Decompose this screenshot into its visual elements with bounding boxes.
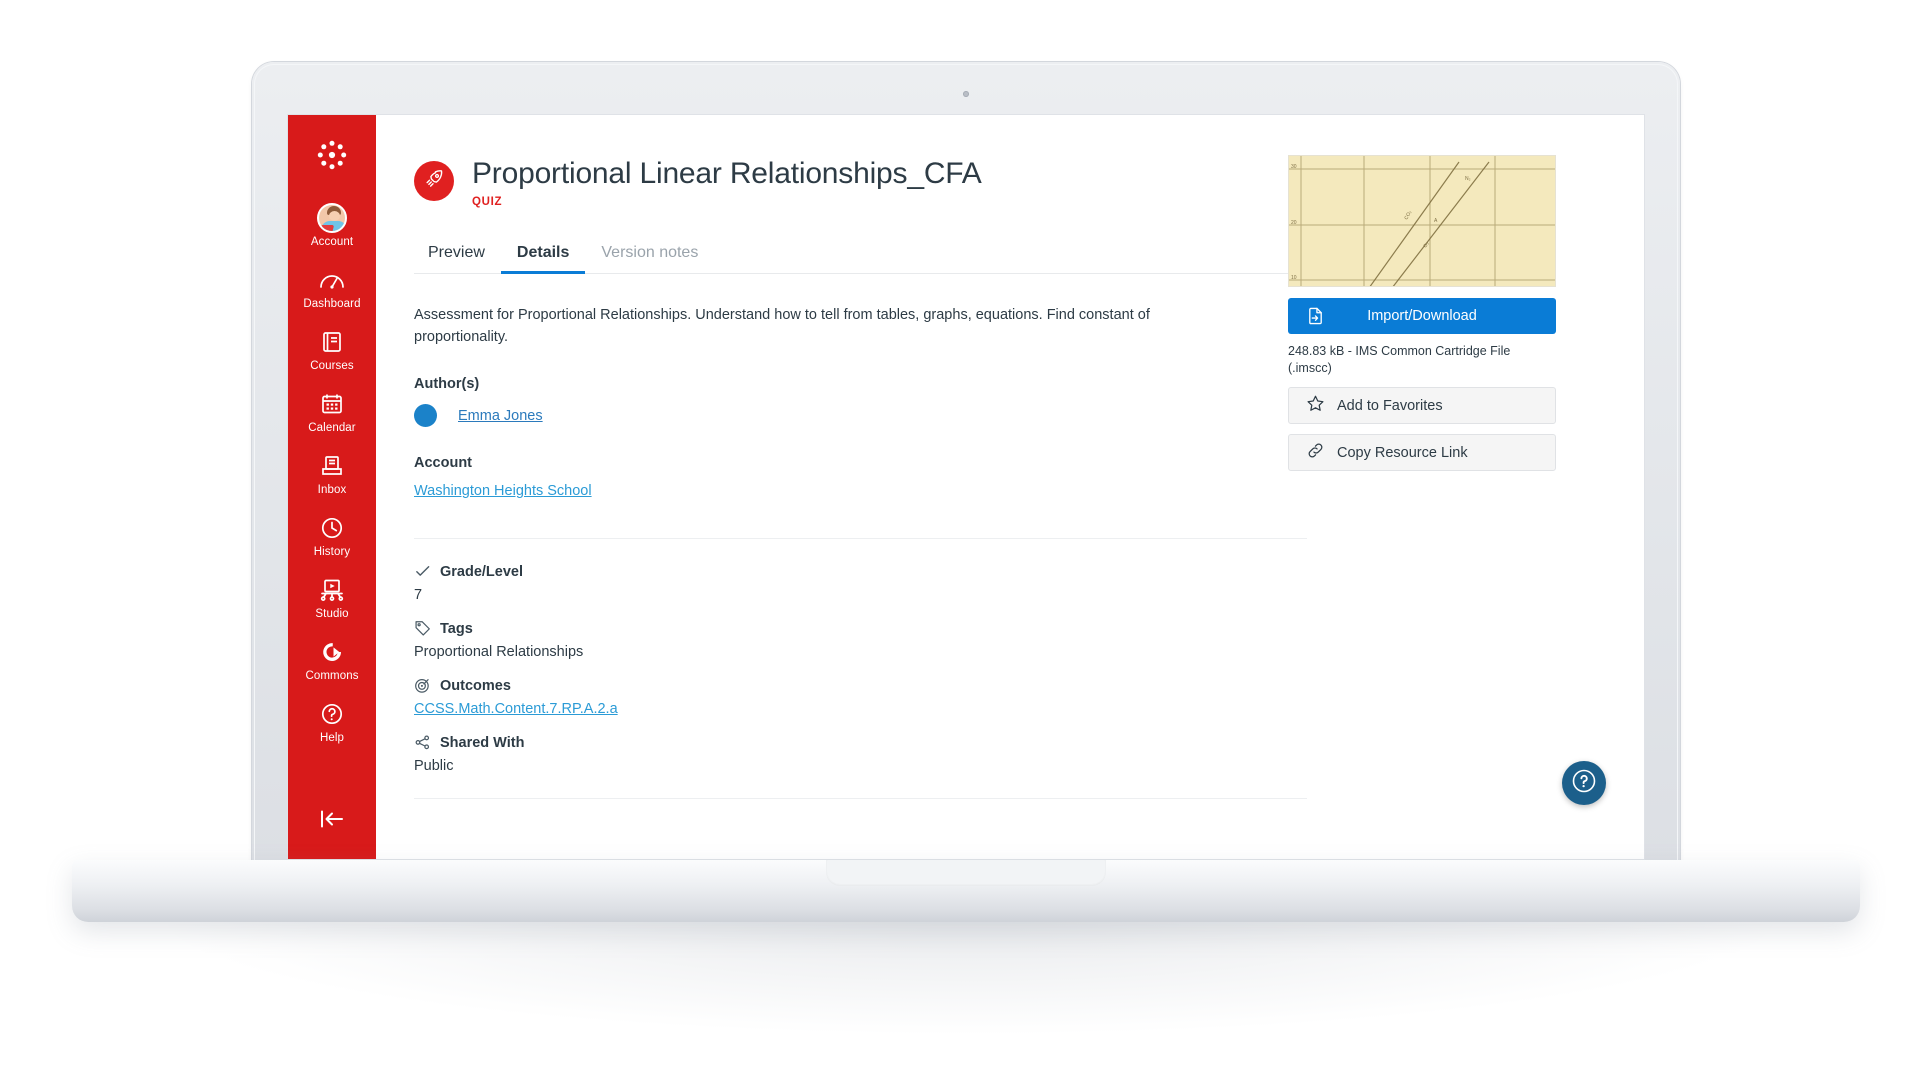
sidebar-item-calendar[interactable]: Calendar	[288, 380, 376, 442]
sidebar-item-label: Dashboard	[303, 298, 361, 310]
collapse-left-arrow-icon	[317, 808, 347, 835]
laptop-lid: Account Dashboard Courses Calendar Inbox…	[252, 62, 1680, 872]
resource-detail-page: Proportional Linear Relationships_CFA QU…	[376, 115, 1644, 859]
metadata-value-link[interactable]: CCSS.Math.Content.7.RP.A.2.a	[414, 701, 1174, 717]
author-row: Emma Jones	[414, 404, 1174, 427]
import-download-button[interactable]: Import/Download	[1288, 298, 1556, 334]
collapse-sidebar-button[interactable]	[288, 808, 376, 835]
commons-arrow-icon	[318, 637, 346, 666]
link-icon	[1306, 441, 1325, 464]
metadata-shared-with: Shared With Public	[414, 734, 1174, 775]
import-download-label: Import/Download	[1367, 308, 1477, 324]
clock-icon	[320, 513, 344, 542]
svg-text:N₂: N₂	[1465, 176, 1471, 182]
resource-description: Assessment for Proportional Relationship…	[414, 307, 1150, 345]
svg-text:10: 10	[1291, 275, 1297, 281]
user-avatar-icon	[317, 202, 347, 233]
sidebar-item-label: Inbox	[317, 484, 347, 496]
studio-screen-icon	[319, 575, 345, 604]
page-title: Proportional Linear Relationships_CFA	[472, 157, 982, 190]
sidebar-item-history[interactable]: History	[288, 504, 376, 566]
account-heading: Account	[414, 455, 472, 471]
question-circle-icon	[320, 699, 344, 728]
tab-details[interactable]: Details	[500, 238, 586, 274]
tab-bar: Preview Details Version notes	[414, 238, 1309, 274]
calendar-icon	[320, 389, 344, 418]
speedometer-icon	[319, 265, 345, 294]
sidebar-item-account[interactable]: Account	[288, 194, 376, 256]
target-icon	[414, 677, 431, 694]
account-link[interactable]: Washington Heights School	[414, 483, 592, 499]
metadata-label: Tags	[440, 620, 473, 637]
rocket-icon	[423, 168, 445, 195]
add-to-favorites-label: Add to Favorites	[1337, 397, 1443, 414]
laptop-drop-shadow	[150, 916, 1790, 1036]
metadata-value: 7	[414, 587, 423, 603]
authors-heading: Author(s)	[414, 376, 480, 392]
book-icon	[320, 327, 344, 356]
section-divider-top	[414, 538, 1307, 539]
sidebar-item-studio[interactable]: Studio	[288, 566, 376, 628]
sidebar-item-label: Help	[319, 732, 345, 744]
metadata-outcomes: Outcomes CCSS.Math.Content.7.RP.A.2.a	[414, 677, 1174, 718]
metadata-label: Shared With	[440, 734, 525, 751]
resource-type-badge	[414, 161, 454, 201]
resource-header: Proportional Linear Relationships_CFA QU…	[414, 155, 1174, 208]
metadata-label: Outcomes	[440, 677, 511, 694]
sidebar-item-inbox[interactable]: Inbox	[288, 442, 376, 504]
metadata-list: Grade/Level 7 Tags Proportional Relation…	[414, 563, 1174, 775]
sidebar-item-label: Courses	[310, 360, 354, 372]
sidebar-item-label: Studio	[315, 608, 349, 620]
copy-resource-link-label: Copy Resource Link	[1337, 444, 1468, 461]
canvas-logo[interactable]	[314, 137, 350, 178]
check-icon	[414, 563, 431, 580]
sidebar-item-label: History	[313, 546, 351, 558]
question-mark-icon	[1572, 769, 1596, 798]
svg-text:20: 20	[1291, 220, 1297, 226]
share-icon	[414, 734, 431, 751]
resource-actions-panel: 30 20 10 CO₂ A O₂ N₂ Import/Download 248…	[1288, 155, 1556, 471]
resource-kind-label: QUIZ	[472, 196, 503, 208]
webcam-icon	[963, 91, 969, 97]
tab-version-notes[interactable]: Version notes	[585, 238, 714, 274]
sidebar-item-courses[interactable]: Courses	[288, 318, 376, 380]
inbox-tray-icon	[320, 451, 344, 480]
file-meta-text: 248.83 kB - IMS Common Cartridge File (.…	[1288, 344, 1511, 375]
tag-icon	[414, 620, 431, 637]
sidebar-item-commons[interactable]: Commons	[288, 628, 376, 690]
metadata-value: Public	[414, 758, 454, 774]
svg-text:30: 30	[1291, 164, 1297, 170]
metadata-tags: Tags Proportional Relationships	[414, 620, 1174, 661]
star-icon	[1306, 394, 1325, 417]
section-divider-bottom	[414, 798, 1307, 799]
metadata-value: Proportional Relationships	[414, 644, 584, 660]
sidebar-item-label: Commons	[305, 670, 359, 682]
sidebar-item-help[interactable]: Help	[288, 690, 376, 752]
global-navigation-sidebar: Account Dashboard Courses Calendar Inbox…	[288, 115, 376, 859]
browser-screen: Account Dashboard Courses Calendar Inbox…	[288, 115, 1644, 859]
help-floating-button[interactable]	[1562, 761, 1606, 805]
screenshot-stage: Account Dashboard Courses Calendar Inbox…	[0, 0, 1920, 1077]
metadata-grade-level: Grade/Level 7	[414, 563, 1174, 604]
sidebar-item-label: Account	[310, 236, 354, 248]
copy-resource-link-button[interactable]: Copy Resource Link	[1288, 434, 1556, 471]
tab-preview[interactable]: Preview	[414, 238, 501, 274]
author-link[interactable]: Emma Jones	[458, 408, 543, 424]
sidebar-item-label: Calendar	[308, 422, 356, 434]
sidebar-item-dashboard[interactable]: Dashboard	[288, 256, 376, 318]
laptop-base	[72, 860, 1860, 922]
metadata-label: Grade/Level	[440, 563, 524, 580]
resource-thumbnail: 30 20 10 CO₂ A O₂ N₂	[1288, 155, 1556, 287]
main-column: Proportional Linear Relationships_CFA QU…	[414, 115, 1309, 799]
avatar	[414, 404, 437, 427]
add-to-favorites-button[interactable]: Add to Favorites	[1288, 387, 1556, 424]
import-document-icon	[1306, 307, 1325, 326]
